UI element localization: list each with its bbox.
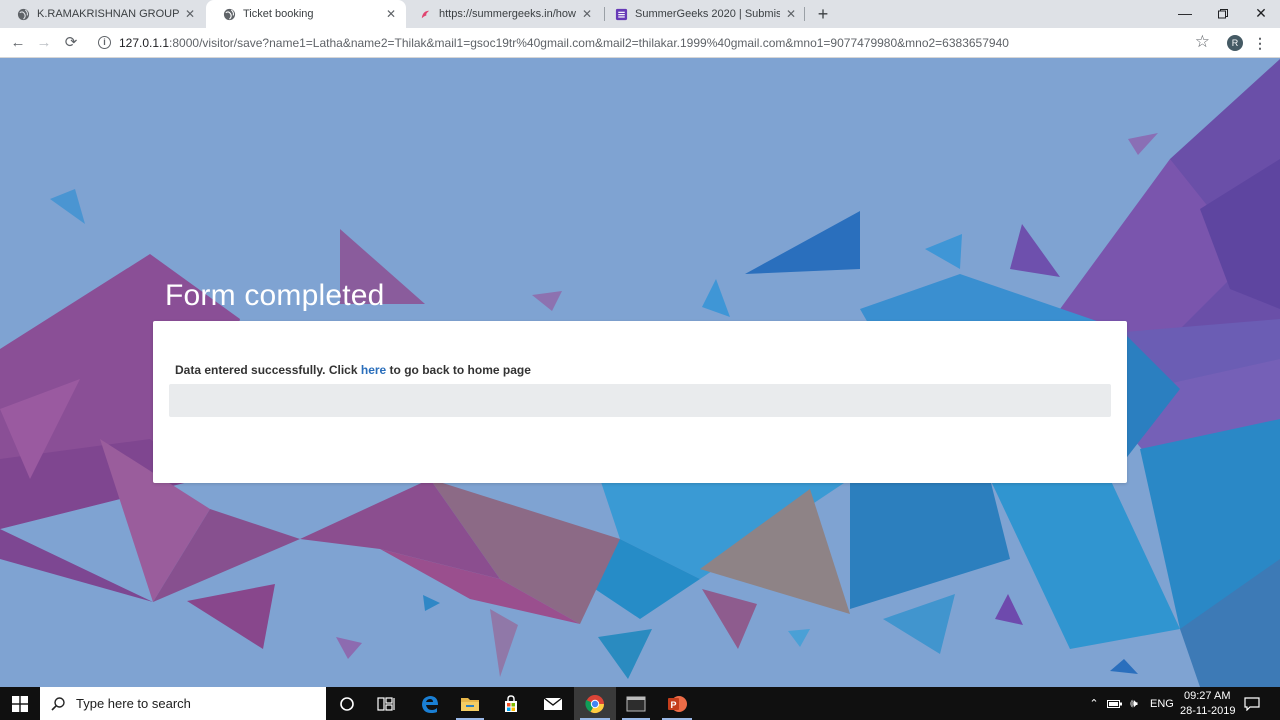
chevron-up-icon[interactable]: ⌃	[1086, 687, 1102, 720]
microsoft-store-icon[interactable]	[490, 687, 532, 720]
bookmark-star-icon[interactable]: ☆	[1195, 32, 1210, 52]
tab-title: Ticket booking	[243, 8, 314, 20]
tab-summergeeks-submission[interactable]: SummerGeeks 2020 | Submission ✕	[598, 0, 806, 28]
maximize-button[interactable]	[1204, 0, 1242, 28]
reload-icon[interactable]: ⟳	[60, 32, 82, 54]
minimize-button[interactable]: —	[1166, 0, 1204, 28]
tab-title: K.RAMAKRISHNAN GROUP OF IN	[37, 8, 179, 20]
url-path: :8000/visitor/save?name1=Latha&name2=Thi…	[169, 36, 1009, 50]
forward-arrow-icon[interactable]: →	[33, 32, 55, 54]
page-title: Form completed	[165, 279, 385, 312]
tab-title: https://summergeeks.in/how-it-w	[439, 8, 576, 20]
form-icon	[614, 7, 628, 21]
url-host: 127.0.1.1	[119, 36, 170, 50]
empty-info-bar	[169, 384, 1111, 417]
close-window-button[interactable]: ✕	[1242, 0, 1280, 28]
powerpoint-icon[interactable]: P	[656, 687, 698, 720]
close-tab-icon[interactable]: ✕	[784, 7, 798, 21]
close-tab-icon[interactable]: ✕	[384, 7, 398, 21]
summergeeks-icon	[418, 7, 432, 21]
tab-ticket-booking[interactable]: Ticket booking ✕	[206, 0, 406, 28]
tab-summergeeks-how[interactable]: https://summergeeks.in/how-it-w ✕	[402, 0, 602, 28]
chrome-icon[interactable]	[574, 687, 616, 720]
search-placeholder: Type here to search	[76, 696, 191, 711]
tab-strip: K.RAMAKRISHNAN GROUP OF IN ✕ Ticket book…	[0, 0, 1280, 28]
battery-icon[interactable]	[1106, 687, 1124, 720]
edge-browser-icon[interactable]	[410, 687, 450, 720]
globe-icon	[222, 7, 236, 21]
file-explorer-icon[interactable]	[450, 687, 490, 720]
site-info-icon[interactable]: i	[98, 36, 111, 49]
terminal-icon[interactable]	[616, 687, 656, 720]
cortana-icon[interactable]	[330, 687, 364, 720]
tab-title: SummerGeeks 2020 | Submission	[635, 8, 780, 20]
windows-start-button[interactable]	[0, 687, 40, 720]
page-viewport: Form completed Data entered successfully…	[0, 59, 1280, 687]
menu-dots-icon[interactable]: ⋮	[1252, 33, 1268, 53]
search-icon	[51, 696, 65, 711]
volume-icon[interactable]: 🕪	[1124, 687, 1144, 720]
browser-toolbar: ← → ⟳ i 127.0.1.1:8000/visitor/save?name…	[0, 28, 1280, 58]
clock-date[interactable]: 28-11-2019	[1180, 705, 1235, 717]
url-text: 127.0.1.1:8000/visitor/save?name1=Latha&…	[119, 36, 1009, 50]
notifications-icon[interactable]	[1242, 687, 1262, 720]
close-tab-icon[interactable]: ✕	[183, 7, 197, 21]
tab-divider	[804, 7, 805, 21]
windows-logo-icon	[12, 695, 28, 712]
svg-text:P: P	[671, 700, 677, 710]
result-card: Data entered successfully. Click here to…	[153, 321, 1127, 483]
close-tab-icon[interactable]: ✕	[580, 7, 594, 21]
home-page-link[interactable]: here	[361, 363, 386, 377]
tab-krgi[interactable]: K.RAMAKRISHNAN GROUP OF IN ✕	[0, 0, 205, 28]
message-after: to go back to home page	[386, 363, 531, 377]
clock-time[interactable]: 09:27 AM	[1184, 690, 1230, 702]
profile-avatar[interactable]: R	[1227, 35, 1243, 51]
message-before: Data entered successfully. Click	[175, 363, 361, 377]
windows-taskbar: Type here to search P ⌃ 🕪 ENG 09:27 AM 2…	[0, 687, 1280, 720]
back-arrow-icon[interactable]: ←	[7, 32, 29, 54]
taskbar-search-box[interactable]: Type here to search	[40, 687, 326, 720]
mail-icon[interactable]	[532, 687, 574, 720]
success-message: Data entered successfully. Click here to…	[175, 363, 531, 377]
new-tab-button[interactable]: +	[812, 3, 834, 25]
task-view-icon[interactable]	[368, 687, 404, 720]
globe-icon	[16, 7, 30, 21]
language-indicator[interactable]: ENG	[1150, 698, 1174, 710]
address-bar[interactable]: i 127.0.1.1:8000/visitor/save?name1=Lath…	[90, 31, 1220, 55]
